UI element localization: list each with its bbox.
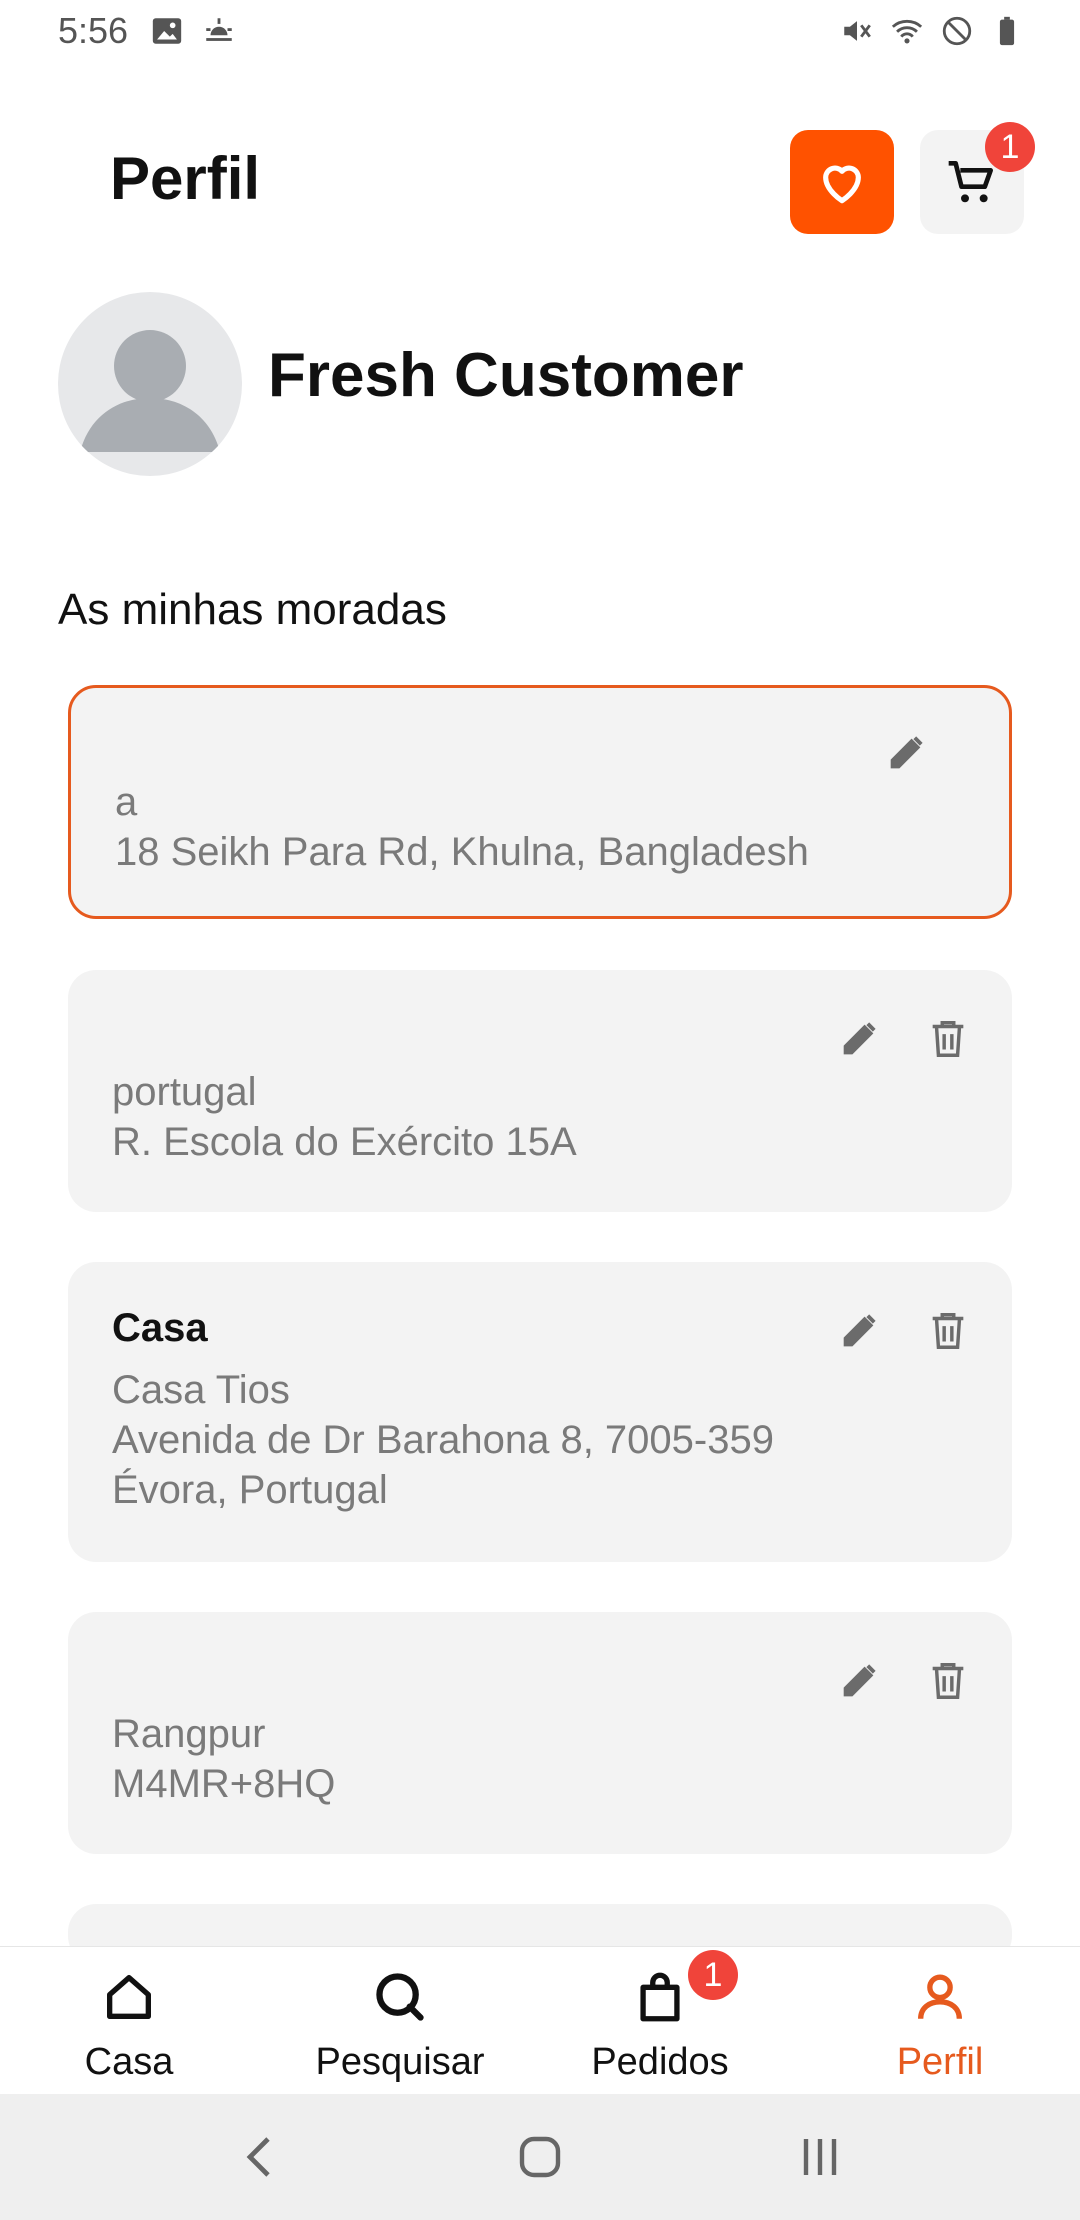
- customer-name: Fresh Customer: [268, 341, 744, 410]
- cart-badge: 1: [985, 122, 1035, 172]
- address-card[interactable]: portugal R. Escola do Exército 15A: [68, 970, 1012, 1212]
- address-line: M4MR+8HQ: [112, 1762, 336, 1806]
- address-name: a: [115, 780, 138, 824]
- back-icon: [246, 2137, 270, 2177]
- address-card[interactable]: Rangpur M4MR+8HQ: [68, 1612, 1012, 1854]
- nav-item-perfil[interactable]: Perfil: [870, 1947, 1010, 2095]
- avatar-placeholder-icon: [80, 330, 220, 452]
- address-name: portugal: [112, 1070, 257, 1114]
- trash-icon: [932, 1312, 964, 1349]
- home-square-icon: [519, 2136, 561, 2178]
- trash-icon: [932, 1020, 964, 1057]
- mute-icon: [844, 21, 871, 41]
- status-bar: 5:56: [0, 0, 1080, 64]
- nav-label-casa: Casa: [84, 2041, 174, 2083]
- wifi-icon: [891, 19, 923, 44]
- edit-button[interactable]: [832, 1652, 888, 1708]
- orders-badge: 1: [688, 1950, 738, 2000]
- header: Perfil 1: [0, 120, 1080, 240]
- address-line: Évora, Portugal: [112, 1468, 388, 1512]
- address-card[interactable]: Casa Casa Tios Avenida de Dr Barahona 8,…: [68, 1262, 1012, 1562]
- pencil-icon: [843, 1314, 876, 1347]
- edit-button[interactable]: [832, 1010, 888, 1066]
- nav-item-casa[interactable]: Casa: [64, 1947, 194, 2095]
- bag-icon: [640, 1972, 680, 2022]
- status-time: 5:56: [58, 10, 129, 51]
- person-icon: [918, 1974, 962, 2019]
- pencil-icon: [890, 736, 923, 769]
- bottom-nav: Casa Pesquisar Pedidos Perfil: [0, 1946, 1080, 2095]
- address-line: 18 Seikh Para Rd, Khulna, Bangladesh: [115, 830, 809, 874]
- recents-button[interactable]: [790, 2094, 850, 2220]
- address-label: Casa: [112, 1306, 208, 1350]
- search-icon: [376, 1973, 424, 2021]
- nav-label-pedidos: Pedidos: [591, 2041, 729, 2083]
- do-not-disturb-icon: [942, 16, 972, 46]
- delete-button[interactable]: [920, 1652, 976, 1708]
- address-name: Rangpur: [112, 1712, 266, 1756]
- pencil-icon: [843, 1022, 876, 1055]
- battery-icon: [999, 16, 1015, 46]
- nav-label-perfil: Perfil: [896, 2041, 984, 2083]
- home-icon: [107, 1975, 151, 2019]
- avatar: [58, 292, 242, 476]
- edit-button[interactable]: [879, 724, 935, 780]
- address-line: R. Escola do Exército 15A: [112, 1120, 577, 1164]
- nav-item-pesquisar[interactable]: Pesquisar: [290, 1947, 510, 2095]
- favorites-button[interactable]: [790, 130, 894, 234]
- nav-label-pesquisar: Pesquisar: [315, 2041, 485, 2083]
- heart-icon: [823, 165, 861, 204]
- page-title: Perfil: [110, 145, 261, 212]
- image-icon: [152, 18, 182, 44]
- address-name: Casa Tios: [112, 1368, 290, 1412]
- system-nav-bar: [0, 2094, 1080, 2220]
- recents-icon: [803, 2139, 837, 2175]
- home-button[interactable]: [510, 2094, 570, 2220]
- delete-button[interactable]: [920, 1010, 976, 1066]
- address-card[interactable]: a 18 Seikh Para Rd, Khulna, Bangladesh: [68, 685, 1012, 919]
- address-line: Avenida de Dr Barahona 8, 7005-359: [112, 1418, 774, 1462]
- addresses-section-title: As minhas moradas: [58, 585, 447, 634]
- edit-button[interactable]: [832, 1302, 888, 1358]
- back-button[interactable]: [230, 2094, 290, 2220]
- trash-icon: [932, 1662, 964, 1699]
- weather-icon: [206, 18, 232, 41]
- pencil-icon: [843, 1664, 876, 1697]
- delete-button[interactable]: [920, 1302, 976, 1358]
